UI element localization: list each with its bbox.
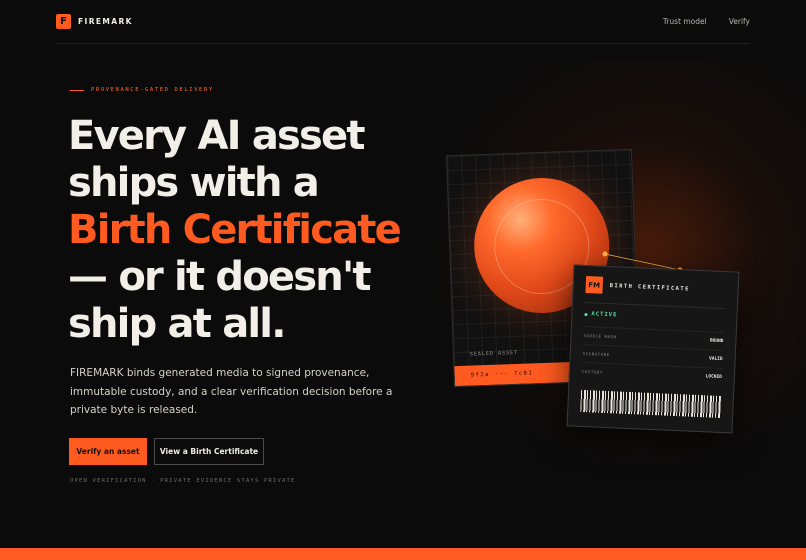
cert-key: SIGNATURE [582, 350, 610, 358]
hero-footnote: OPEN VERIFICATION · PRIVATE EVIDENCE STA… [70, 478, 296, 484]
cert-divider [584, 301, 725, 310]
cert-title: BIRTH CERTIFICATE [609, 282, 690, 293]
eyebrow-rule [70, 89, 84, 91]
brand-name: FIREMARK [78, 17, 133, 26]
connector-node-start [602, 251, 608, 257]
cert-key: CUSTODY [581, 368, 604, 375]
cert-status: ACTIVE [584, 311, 724, 323]
status-dot-icon [584, 312, 588, 316]
firemark-logo-icon: F [56, 14, 71, 29]
nav-link-trust-model[interactable]: Trust model [663, 17, 707, 26]
cert-value: BOUND [709, 338, 724, 345]
status-text: ACTIVE [591, 311, 618, 319]
hero-headline: Every AI asset ships with a Birth Certif… [68, 113, 428, 348]
cert-value: LOCKED [705, 374, 722, 381]
verify-asset-button[interactable]: Verify an asset [69, 438, 147, 465]
main-nav: Trust model Verify [663, 17, 750, 26]
brand[interactable]: F FIREMARK [56, 14, 133, 29]
birth-certificate-card[interactable]: FM BIRTH CERTIFICATE ACTIVE SOURCE HASH … [566, 264, 740, 434]
headline-line-4: — or it doesn't [68, 254, 372, 300]
bottom-accent-bar [0, 548, 806, 560]
asset-hash: 9f2a ··· 7c81 [470, 370, 534, 379]
cert-value: VALID [708, 356, 723, 363]
headline-accent: Birth Certificate [68, 207, 402, 253]
headline-line-2: ships with a [68, 160, 320, 206]
nav-link-verify[interactable]: Verify [729, 17, 750, 26]
view-certificate-button[interactable]: View a Birth Certificate [154, 438, 264, 465]
cert-logo-icon: FM [585, 276, 604, 294]
eyebrow: PROVENANCE-GATED DELIVERY [70, 87, 214, 93]
cert-header: FM BIRTH CERTIFICATE [585, 276, 726, 299]
site-header: F FIREMARK Trust model Verify [56, 0, 750, 44]
eyebrow-text: PROVENANCE-GATED DELIVERY [91, 87, 214, 93]
headline-line-5: ship at all. [68, 301, 286, 347]
cert-key: SOURCE HASH [583, 332, 617, 340]
headline-line-1: Every AI asset [68, 113, 365, 159]
barcode-icon [580, 389, 722, 418]
hero-description: FIREMARK binds generated media to signed… [70, 367, 393, 416]
